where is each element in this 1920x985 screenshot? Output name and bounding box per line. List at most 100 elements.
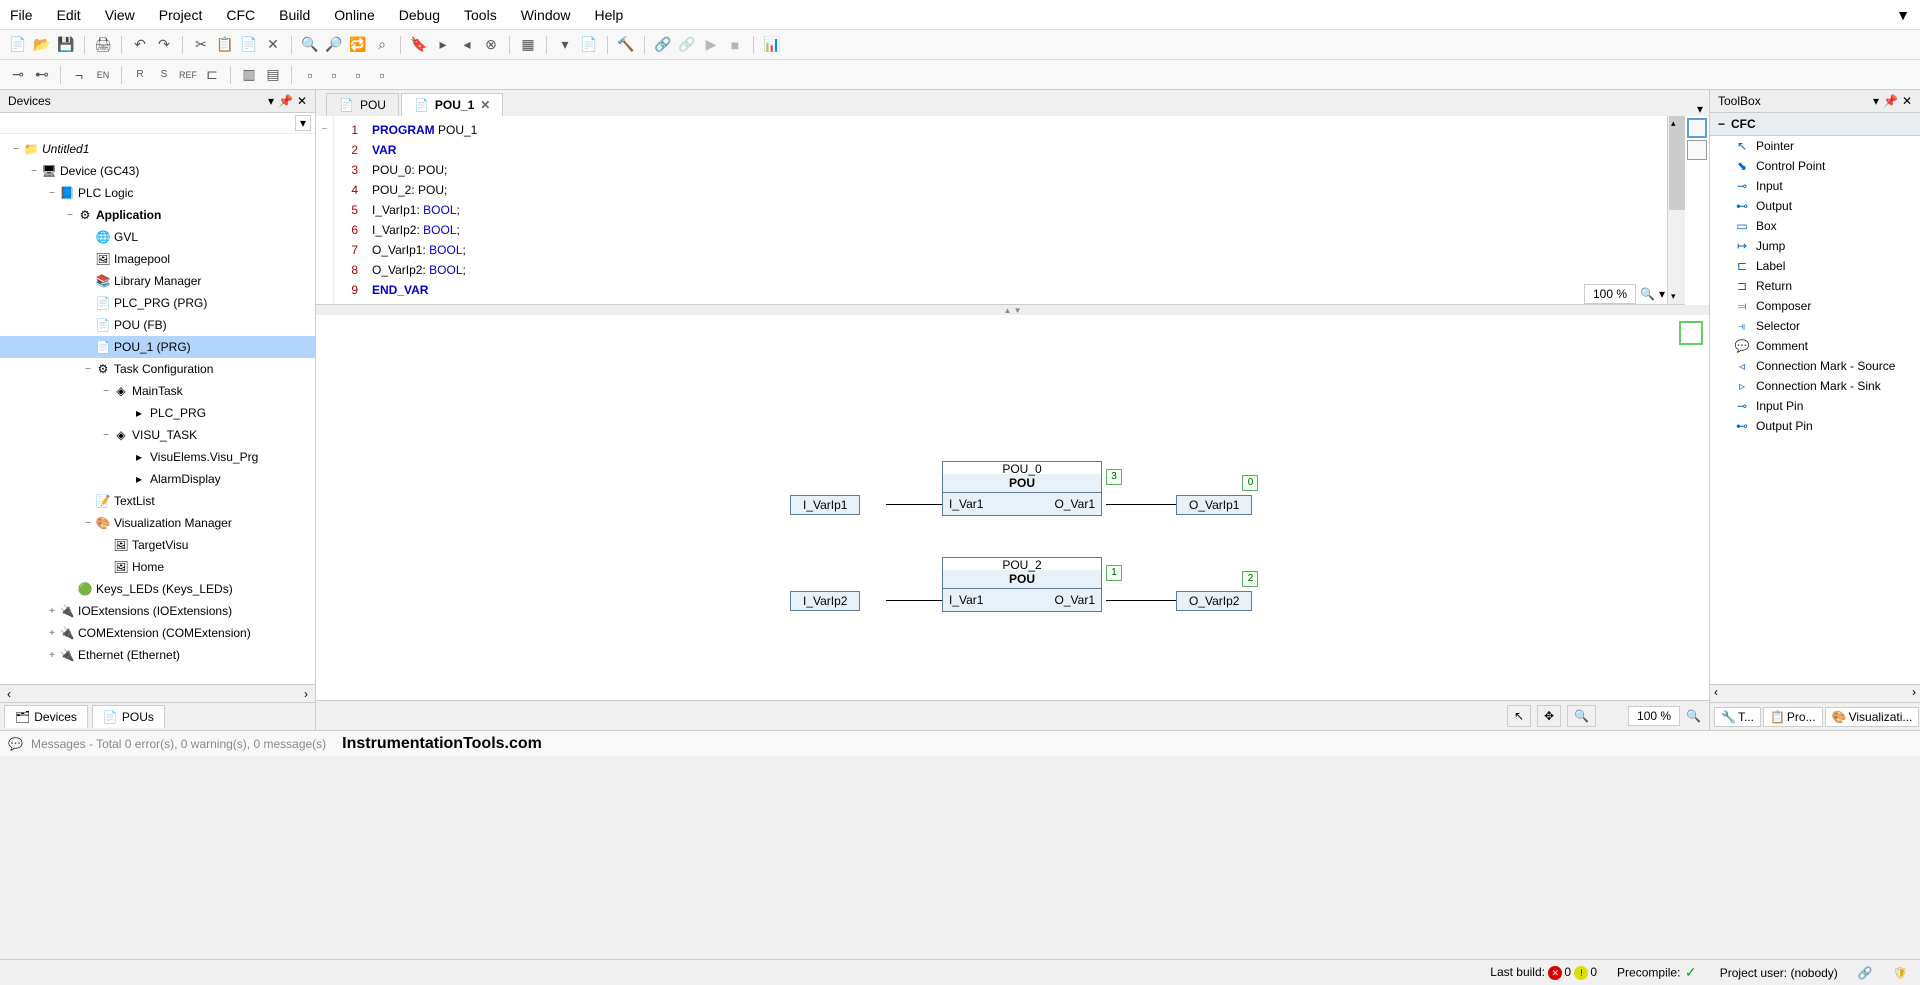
zoom-icon[interactable]: 🔍 [1640, 287, 1655, 301]
status-login-icon[interactable]: 🔗 [1858, 966, 1873, 980]
start-icon[interactable]: ▶ [701, 35, 721, 55]
tree-item[interactable]: −📁Untitled1 [0, 138, 315, 160]
find-icon[interactable]: 🔍 [300, 35, 320, 55]
paste-icon[interactable]: 📄 [239, 35, 259, 55]
cfc-fb-pou2[interactable]: POU_2 POU I_Var1O_Var1 1 [942, 557, 1102, 612]
expand-icon[interactable]: − [28, 166, 40, 177]
cfc-s-icon[interactable]: S [154, 65, 174, 85]
cfc-tool1-icon[interactable]: ⊸ [8, 65, 28, 85]
delete-icon[interactable]: ✕ [263, 35, 283, 55]
toolbox-item-box[interactable]: ▭Box [1710, 216, 1920, 236]
tree-item[interactable]: ▸VisuElems.Visu_Prg [0, 446, 315, 468]
tree-item[interactable]: +🔌COMExtension (COMExtension) [0, 622, 315, 644]
toolbox-item-outpin[interactable]: ⊷Output Pin [1710, 416, 1920, 436]
logout-icon[interactable]: 🔗 [677, 35, 697, 55]
tab-visualization[interactable]: 🎨Visualizati... [1825, 707, 1920, 727]
save-icon[interactable]: 💾 [56, 35, 76, 55]
cfc-canvas[interactable]: I_VarIp1 POU_0 POU I_Var1O_Var1 3 O_VarI… [316, 315, 1709, 700]
menu-file[interactable]: File [10, 7, 33, 23]
tree-item[interactable]: −📘PLC Logic [0, 182, 315, 204]
menu-view[interactable]: View [105, 7, 135, 23]
menu-debug[interactable]: Debug [399, 7, 440, 23]
findnext-icon[interactable]: 🔎 [324, 35, 344, 55]
print-icon[interactable]: 🖨 [93, 35, 113, 55]
tree-item[interactable]: +🔌IOExtensions (IOExtensions) [0, 600, 315, 622]
status-shield-icon[interactable]: 🛡 [1893, 966, 1908, 980]
bookmark-clear-icon[interactable]: ⊗ [481, 35, 501, 55]
toolbox-item-input[interactable]: ⊸Input [1710, 176, 1920, 196]
zoom-tool-icon[interactable]: 🔍 [1567, 705, 1596, 727]
tree-item[interactable]: 🌐GVL [0, 226, 315, 248]
text-view-icon[interactable] [1687, 118, 1707, 138]
menu-window[interactable]: Window [521, 7, 571, 23]
tree-item[interactable]: −⚙Application [0, 204, 315, 226]
devices-combo-icon[interactable]: ▾ [295, 115, 311, 131]
tree-item[interactable]: +🔌Ethernet (Ethernet) [0, 644, 315, 666]
zoom-dropdown-icon[interactable]: ▾ [1659, 287, 1665, 301]
tab-pous[interactable]: 📄 POUs [92, 705, 165, 728]
cfc-input-2[interactable]: I_VarIp2 [790, 591, 860, 611]
tree-item[interactable]: −◈MainTask [0, 380, 315, 402]
cfc-fb-pou0[interactable]: POU_0 POU I_Var1O_Var1 3 [942, 461, 1102, 516]
toolbox-item-label[interactable]: ⊏Label [1710, 256, 1920, 276]
toolbox-close-icon[interactable]: ✕ [1902, 94, 1912, 108]
devices-close-icon[interactable]: ✕ [297, 94, 307, 108]
cfc-group2-icon[interactable]: ▤ [263, 65, 283, 85]
expand-icon[interactable]: − [10, 144, 22, 155]
build-icon[interactable]: 🔨 [616, 35, 636, 55]
cfc-input-1[interactable]: I_VarIp1 [790, 495, 860, 515]
splitter[interactable]: ▲ ▼ [316, 305, 1709, 315]
code-vscroll[interactable]: ▴▾ [1667, 116, 1685, 304]
tree-item[interactable]: −⚙Task Configuration [0, 358, 315, 380]
devices-tree[interactable]: −📁Untitled1−🖥Device (GC43)−📘PLC Logic−⚙A… [0, 134, 315, 684]
menu-tools[interactable]: Tools [464, 7, 497, 23]
new-icon[interactable]: 📄 [8, 35, 28, 55]
scroll-right-icon[interactable]: › [297, 687, 315, 701]
bookmark-icon[interactable]: 🔖 [409, 35, 429, 55]
tab-dropdown-icon[interactable]: ▾ [1697, 102, 1703, 116]
expand-icon[interactable]: − [82, 364, 94, 375]
close-icon[interactable]: ✕ [480, 98, 490, 112]
menu-edit[interactable]: Edit [57, 7, 81, 23]
menu-online[interactable]: Online [334, 7, 374, 23]
tab-properties[interactable]: 📋Pro... [1763, 707, 1823, 727]
cfc-order4-icon[interactable]: ▫ [372, 65, 392, 85]
cfc-ref-icon[interactable]: REF [178, 65, 198, 85]
toolbox-item-pointer[interactable]: ↖Pointer [1710, 136, 1920, 156]
toolbox-dropdown-icon[interactable]: ▾ [1873, 94, 1879, 108]
open-icon[interactable]: 📂 [32, 35, 52, 55]
menu-build[interactable]: Build [279, 7, 310, 23]
dropdown-icon[interactable]: ▾ [555, 35, 575, 55]
tree-item[interactable]: 🖼Imagepool [0, 248, 315, 270]
cfc-tool3-icon[interactable]: ⊏ [202, 65, 222, 85]
toolbox-item-composer[interactable]: ⫤Composer [1710, 296, 1920, 316]
pan-tool-icon[interactable]: ✥ [1537, 705, 1561, 727]
toolbox-item-jump[interactable]: ↦Jump [1710, 236, 1920, 256]
menu-project[interactable]: Project [159, 7, 203, 23]
toolbox-category[interactable]: − CFC [1710, 113, 1920, 136]
findall-icon[interactable]: ⌕ [372, 35, 392, 55]
cfc-output-2[interactable]: O_VarIp2 2 [1176, 591, 1252, 611]
declaration-editor[interactable]: − 123456789 PROGRAM POU_1VAR POU_0: POU;… [316, 116, 1685, 305]
tree-item[interactable]: 📄POU (FB) [0, 314, 315, 336]
tree-item[interactable]: 📄POU_1 (PRG) [0, 336, 315, 358]
tree-item[interactable]: 📝TextList [0, 490, 315, 512]
scroll-left-icon[interactable]: ‹ [0, 687, 18, 701]
expand-icon[interactable]: − [82, 518, 94, 529]
tree-item[interactable]: −🎨Visualization Manager [0, 512, 315, 534]
tab-pou-1[interactable]: 📄 POU_1 ✕ [401, 93, 503, 116]
cfc-layout-icon[interactable] [1679, 321, 1703, 345]
expand-icon[interactable]: − [100, 430, 112, 441]
messages-bar[interactable]: 💬 Messages - Total 0 error(s), 0 warning… [0, 730, 1920, 756]
cfc-order2-icon[interactable]: ▫ [324, 65, 344, 85]
tree-item[interactable]: 🟢Keys_LEDs (Keys_LEDs) [0, 578, 315, 600]
pointer-tool-icon[interactable]: ↖ [1507, 705, 1531, 727]
toolbox-item-inpin[interactable]: ⊸Input Pin [1710, 396, 1920, 416]
devices-dropdown-icon[interactable]: ▾ [268, 94, 274, 108]
expand-icon[interactable]: − [46, 188, 58, 199]
menu-cfc[interactable]: CFC [226, 7, 255, 23]
devices-pin-icon[interactable]: 📌 [278, 94, 293, 108]
redo-icon[interactable]: ↷ [154, 35, 174, 55]
monitor-icon[interactable]: 📊 [762, 35, 782, 55]
bookmark-next-icon[interactable]: ▸ [433, 35, 453, 55]
